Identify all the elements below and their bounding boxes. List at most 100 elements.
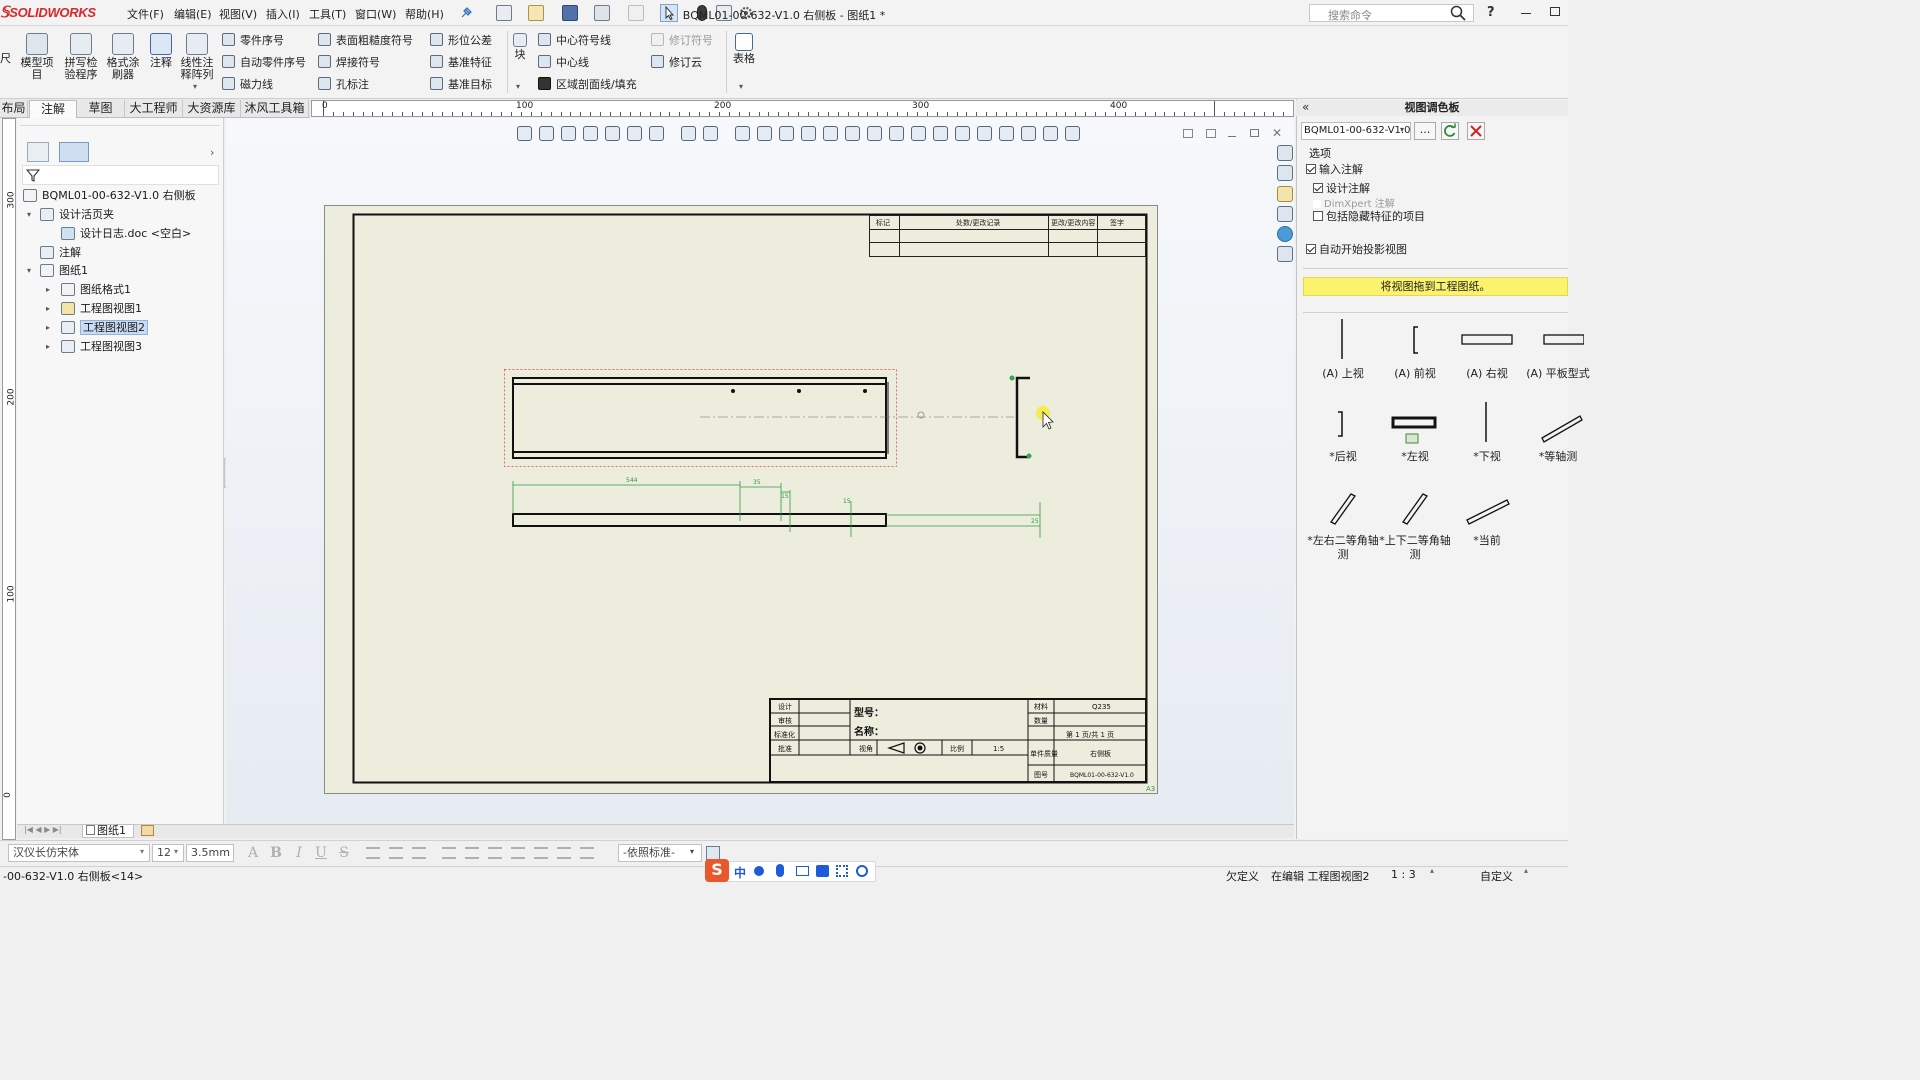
note-button[interactable]: 注释 [148, 33, 174, 69]
spell-checker-button[interactable]: 拼写检验程序 [63, 33, 99, 81]
ime-punctuation-icon[interactable] [754, 866, 764, 876]
view-settings-icon[interactable] [801, 126, 816, 141]
font-size-select[interactable]: 12 [152, 844, 184, 862]
numbering-icon[interactable] [488, 847, 502, 859]
hide-show-icon[interactable] [735, 126, 750, 141]
help-icon[interactable]: ? [1487, 5, 1495, 20]
view-thumbnail[interactable]: (A) 上视 [1307, 315, 1379, 381]
tree-filter-field[interactable] [22, 165, 219, 185]
view-thumbnail[interactable]: *左右二等角轴测 [1307, 482, 1379, 562]
scale-arrow-icon[interactable]: ▴ [1430, 866, 1434, 875]
view-thumbnail[interactable]: (A) 前视 [1379, 315, 1451, 381]
curves-icon[interactable] [1021, 126, 1036, 141]
tab-layout[interactable]: 布局 [0, 100, 28, 118]
maximize-icon[interactable] [1550, 7, 1560, 16]
points-icon[interactable] [955, 126, 970, 141]
tab-engineer[interactable]: 大工程师 [125, 100, 183, 118]
sheet-tab-sheet1[interactable]: 图纸1 [82, 824, 134, 838]
rotate-icon[interactable] [605, 126, 620, 141]
status-units[interactable]: 自定义 [1480, 868, 1513, 884]
view-thumbnail[interactable]: *左视 [1379, 398, 1451, 464]
tree-item[interactable]: 设计活页夹 [40, 206, 114, 223]
refresh-icon[interactable] [1441, 122, 1459, 140]
ime-toolbox-icon[interactable] [836, 865, 848, 877]
underline-button[interactable]: U [313, 845, 329, 861]
doc-close-icon[interactable]: ✕ [1272, 126, 1282, 140]
document-select[interactable]: BQML01-00-632-V1.0 [1301, 122, 1411, 140]
tables-button[interactable]: 表格 [731, 33, 757, 65]
tree-splitter[interactable] [20, 125, 220, 135]
geometric-tolerance-button[interactable]: 形位公差 [430, 33, 492, 49]
file-explorer-icon[interactable] [1277, 186, 1293, 202]
align-right-icon[interactable] [412, 847, 426, 859]
tab-sketch[interactable]: 草图 [77, 100, 125, 118]
tree-item[interactable]: 图纸格式1 [61, 281, 131, 298]
grid-icon[interactable] [823, 126, 838, 141]
surface-finish-button[interactable]: 表面粗糙度符号 [318, 33, 413, 49]
ime-skin-icon[interactable] [816, 865, 829, 877]
weld-symbol-button[interactable]: 焊接符号 [318, 55, 380, 71]
zoom-to-fit-icon[interactable] [517, 126, 532, 141]
planes-icon[interactable] [911, 126, 926, 141]
strikethrough-button[interactable]: S [336, 845, 352, 861]
tree-item[interactable]: 工程图视图1 [61, 300, 142, 317]
home-icon[interactable] [1277, 145, 1293, 161]
expand-arrow-icon[interactable]: ▸ [46, 342, 50, 351]
align-center-icon[interactable] [389, 847, 403, 859]
measure-icon[interactable] [977, 126, 992, 141]
font-dropdown-arrow-icon[interactable]: ▾ [140, 847, 144, 856]
previous-view-icon[interactable] [627, 126, 642, 141]
tab-mufeng-toolbox[interactable]: 沐风工具箱 [241, 100, 309, 118]
tree-expand-arrow-icon[interactable]: › [210, 146, 214, 159]
filter-icon[interactable] [26, 168, 40, 182]
sheet-nav-arrows-icon[interactable]: |◀ ◀ ▶ ▶| [24, 825, 62, 834]
auto-projection-checkbox[interactable]: 自动开始投影视图 [1306, 241, 1407, 257]
expand-arrow-icon[interactable]: ▸ [46, 304, 50, 313]
tree-root[interactable]: BQML01-00-632-V1.0 右侧板 [23, 187, 196, 204]
property-manager-tab-icon[interactable] [59, 142, 89, 162]
view-orientation-icon[interactable] [681, 126, 696, 141]
minimize-icon[interactable] [1521, 13, 1531, 14]
apply-scene-icon[interactable] [779, 126, 794, 141]
view-thumbnail[interactable]: *当前 [1451, 482, 1523, 548]
cascade-window-icon[interactable] [1206, 129, 1216, 138]
feature-manager-tab-icon[interactable] [27, 142, 49, 162]
format-painter-button[interactable]: 格式涂刷器 [105, 33, 141, 81]
tables-dropdown-arrow-icon[interactable]: ▾ [739, 82, 743, 91]
ime-language[interactable]: 中 [734, 864, 746, 881]
tree-item[interactable]: 注解 [40, 244, 81, 261]
tree-item[interactable]: 工程图视图2 [61, 319, 148, 336]
display-style-icon[interactable] [703, 126, 718, 141]
model-items-button[interactable]: 模型项目 [20, 33, 54, 81]
view-thumbnail[interactable]: *后视 [1307, 398, 1379, 464]
origin-icon[interactable] [845, 126, 860, 141]
zoom-to-area-icon[interactable] [539, 126, 554, 141]
appearances-icon[interactable] [1277, 226, 1293, 242]
palette-option-checkbox[interactable]: 设计注解 [1313, 180, 1370, 196]
decrease-indent-icon[interactable] [534, 847, 548, 859]
view-thumbnail[interactable]: *上下二等角轴测 [1379, 482, 1451, 562]
sketch-relations-icon[interactable] [867, 126, 882, 141]
expand-arrow-icon[interactable]: ▸ [46, 285, 50, 294]
palette-option-checkbox[interactable]: 包括隐藏特征的项目 [1313, 208, 1425, 224]
center-mark-button[interactable]: 中心符号线 [538, 33, 611, 49]
centerline-button[interactable]: 中心线 [538, 55, 589, 71]
block-dropdown-arrow-icon[interactable]: ▾ [516, 82, 520, 91]
axes-icon[interactable] [933, 126, 948, 141]
search-icon[interactable] [1450, 5, 1466, 21]
note-dropdown-arrow-icon[interactable]: ▾ [193, 82, 197, 91]
doc-restore-icon[interactable] [1250, 129, 1259, 137]
fit-text-icon[interactable] [465, 847, 479, 859]
layer-properties-icon[interactable] [706, 846, 720, 860]
auto-balloon-button[interactable]: 自动零件序号 [222, 55, 306, 71]
view-thumbnail[interactable]: *下视 [1451, 398, 1523, 464]
tree-item[interactable]: 工程图视图3 [61, 338, 142, 355]
properties-icon[interactable] [1065, 126, 1080, 141]
font-size-dropdown-arrow-icon[interactable]: ▾ [174, 847, 178, 856]
smart-dimension-partial-label[interactable]: 尺 [0, 50, 11, 66]
ime-keyboard-icon[interactable] [796, 866, 809, 876]
collapse-arrow-icon[interactable]: ▾ [27, 266, 31, 275]
annotations-visibility-icon[interactable] [889, 126, 904, 141]
layer-dropdown-arrow-icon[interactable]: ▾ [690, 847, 694, 856]
datum-feature-button[interactable]: 基准特征 [430, 55, 492, 71]
